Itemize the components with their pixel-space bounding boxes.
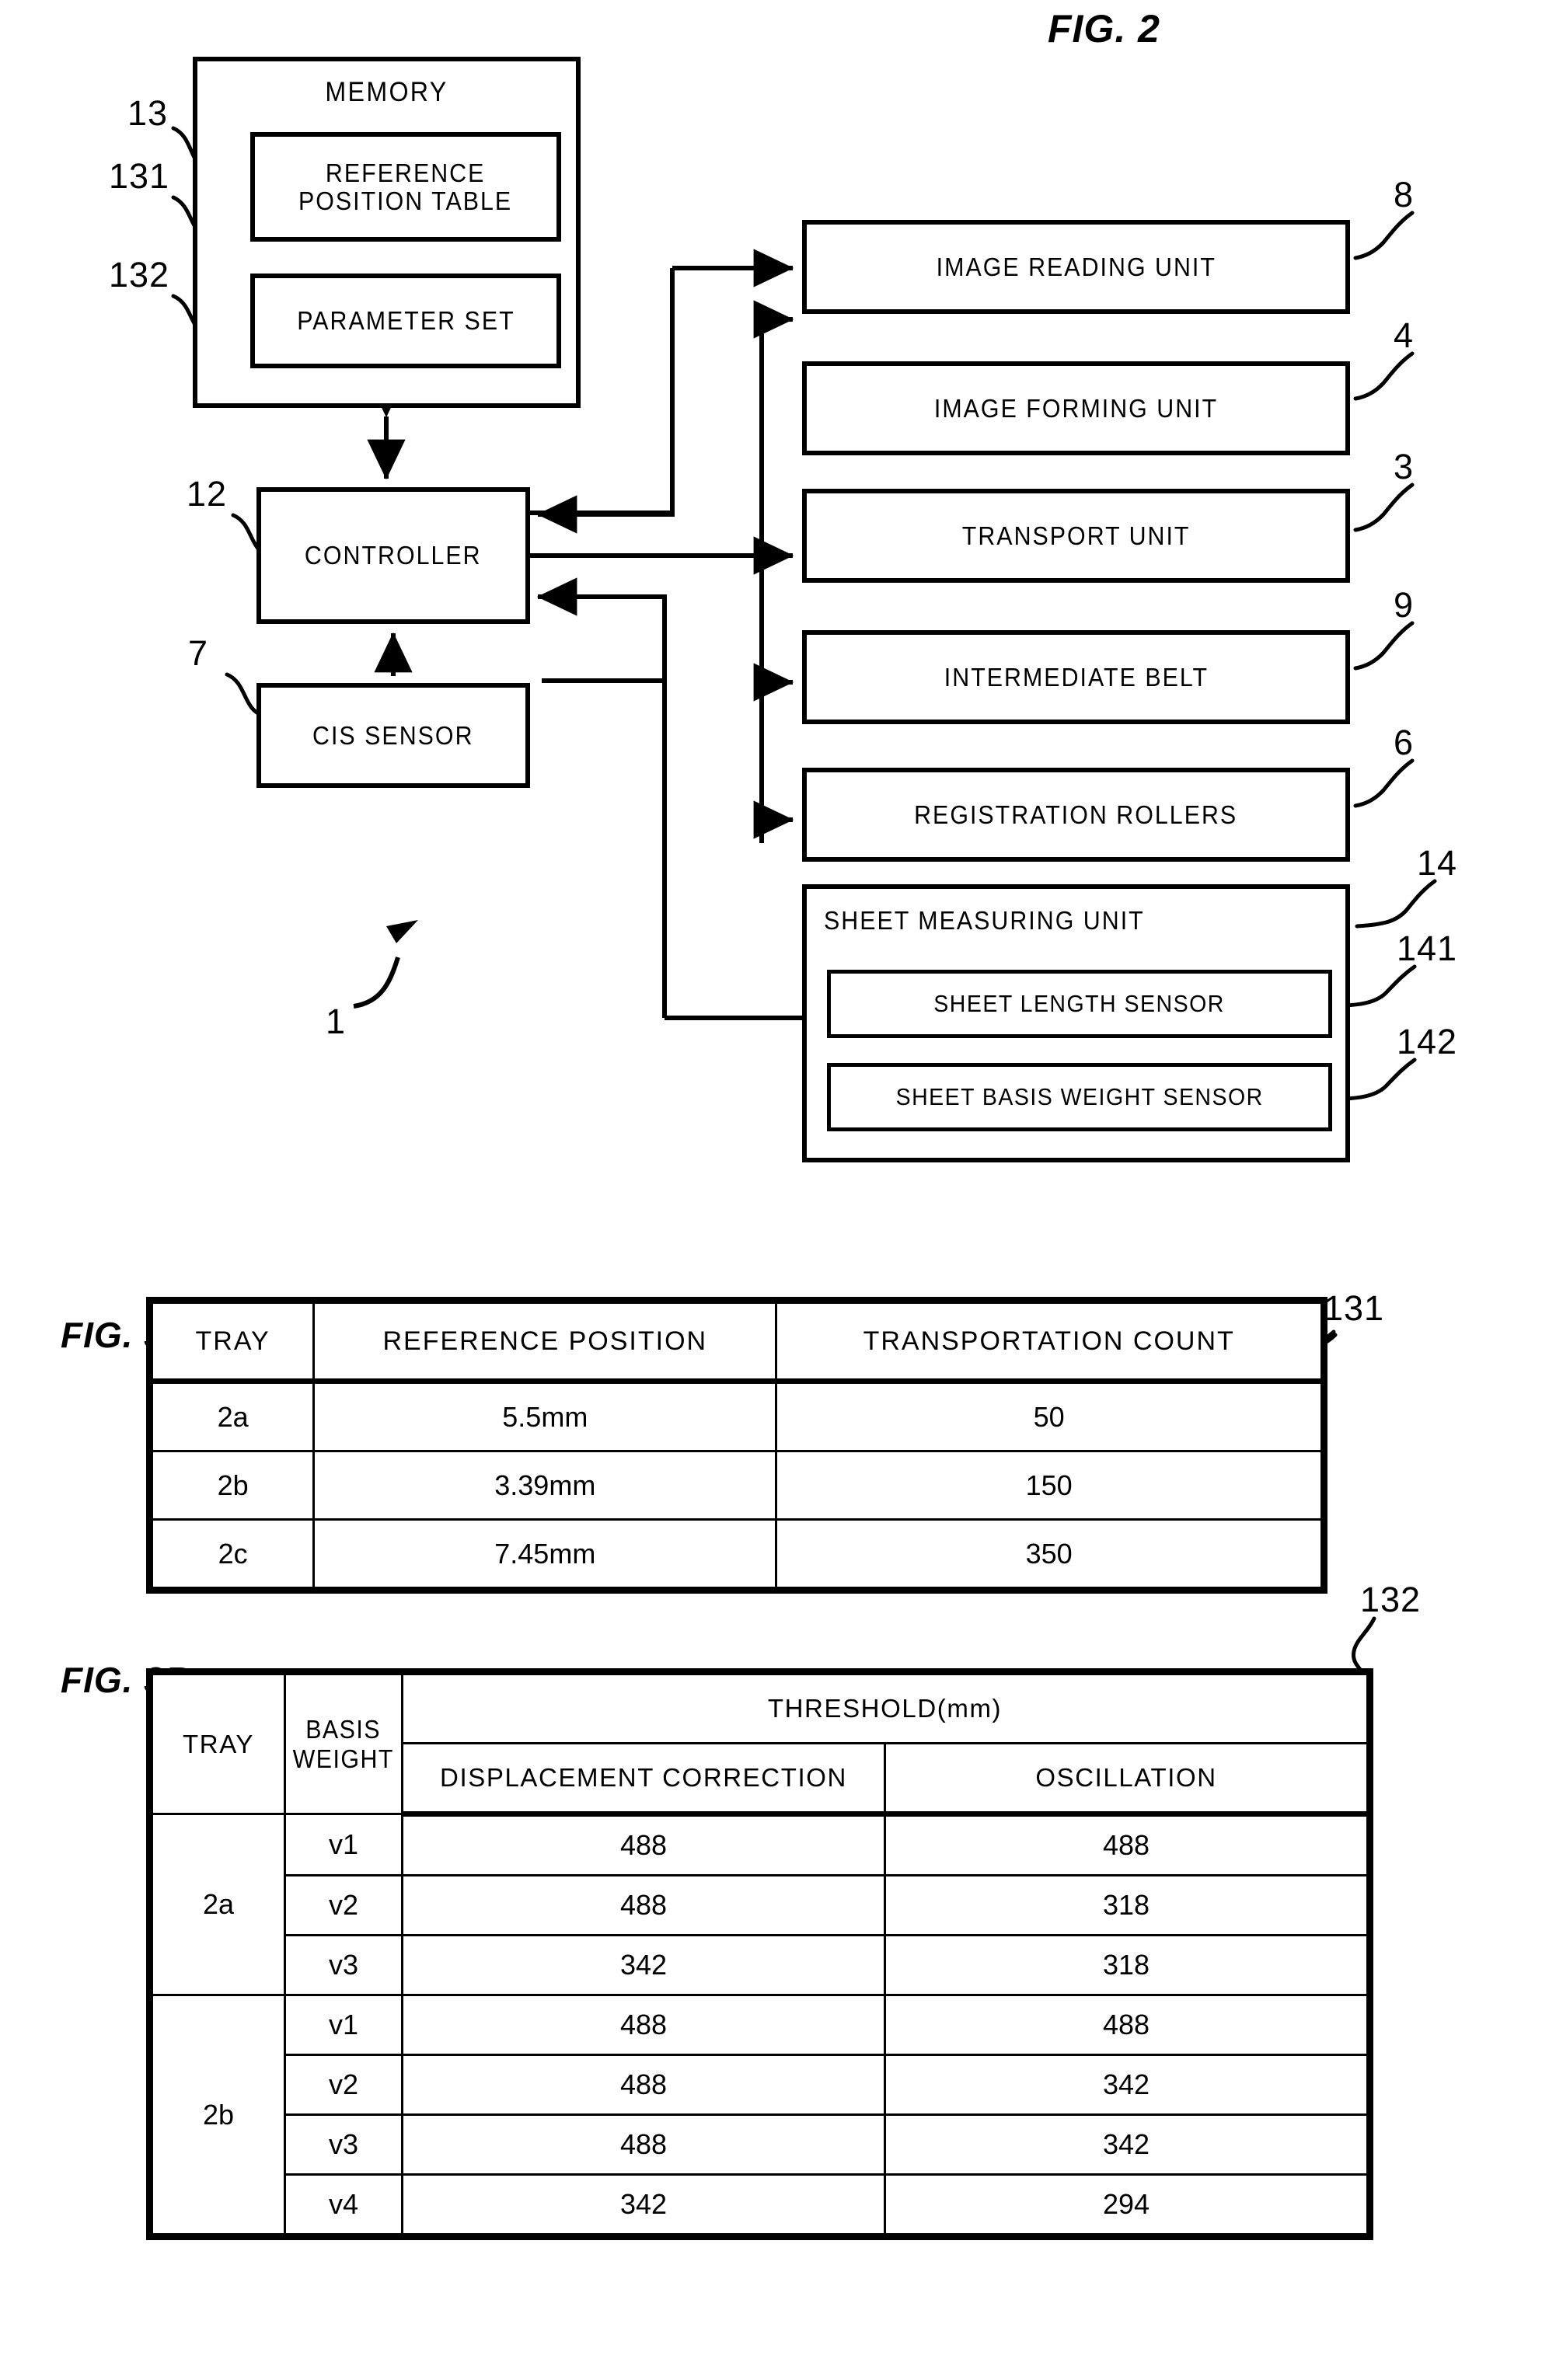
table-row: 2b 3.39mm 150 <box>150 1450 1323 1521</box>
ref-numeral-13: 13 <box>127 93 169 133</box>
ref-numeral-4: 4 <box>1394 315 1415 355</box>
ref-numeral-6: 6 <box>1394 723 1415 762</box>
table-row: 2c 7.45mm 350 <box>150 1518 1323 1589</box>
ref-numeral-9: 9 <box>1394 585 1415 625</box>
cell-oscillation: 342 <box>884 2054 1369 2116</box>
cell-tray: 2c <box>150 1518 316 1589</box>
ref-numeral-141: 141 <box>1397 929 1458 968</box>
cell-tray: 2a <box>150 1380 316 1452</box>
cell-transportation-count: 350 <box>775 1518 1323 1589</box>
cell-basis-weight: v3 <box>284 1934 403 1996</box>
table-row: 2a 5.5mm 50 <box>150 1380 1323 1452</box>
cell-oscillation: 294 <box>884 2173 1369 2235</box>
table-row: v4 342 294 <box>152 2173 1369 2235</box>
parameter-set-table: TRAY BASIS WEIGHT THRESHOLD(mm) DISPLACE… <box>146 1668 1373 2240</box>
ref-numeral-3: 3 <box>1394 447 1415 486</box>
cell-basis-weight: v4 <box>284 2173 403 2235</box>
cell-displacement-correction: 488 <box>401 1813 886 1876</box>
controller-block: CONTROLLER <box>256 487 530 624</box>
ref-numeral-1: 1 <box>326 1002 347 1041</box>
reference-position-table-label-line2: POSITION TABLE <box>298 186 513 215</box>
sheet-length-sensor-label: SHEET LENGTH SENSOR <box>933 990 1226 1017</box>
registration-rollers-label: REGISTRATION ROLLERS <box>914 800 1238 829</box>
ref-numeral-7: 7 <box>188 633 209 673</box>
cell-basis-weight: v3 <box>284 2113 403 2176</box>
cell-basis-weight: v1 <box>284 1994 403 2056</box>
intermediate-belt-label: INTERMEDIATE BELT <box>944 662 1209 692</box>
ref-numeral-131: 131 <box>109 156 170 196</box>
cell-displacement-correction: 342 <box>401 1934 886 1996</box>
column-header-displacement-correction: DISPLACEMENT CORRECTION <box>401 1742 886 1817</box>
cell-tray: 2b <box>150 1450 316 1521</box>
table-header-row-top: TRAY BASIS WEIGHT THRESHOLD(mm) <box>151 1673 1369 1815</box>
intermediate-belt-block: INTERMEDIATE BELT <box>802 630 1350 724</box>
cell-reference-position: 3.39mm <box>312 1450 778 1521</box>
image-forming-unit-label: IMAGE FORMING UNIT <box>933 393 1219 423</box>
cell-transportation-count: 150 <box>775 1450 1323 1521</box>
registration-rollers-block: REGISTRATION ROLLERS <box>802 768 1350 862</box>
cell-reference-position: 7.45mm <box>312 1518 778 1589</box>
table-row: 2a v1 488 488 <box>151 1813 1369 1996</box>
image-reading-unit-block: IMAGE READING UNIT <box>802 220 1350 314</box>
memory-label: MEMORY <box>325 77 448 107</box>
table-row: v3 488 342 <box>152 2113 1369 2176</box>
column-header-basis-weight: BASIS WEIGHT <box>284 1673 403 1815</box>
cis-sensor-label: CIS SENSOR <box>312 720 474 750</box>
table-row: v2 488 318 <box>152 1874 1369 1936</box>
controller-label: CONTROLLER <box>305 541 482 570</box>
cell-basis-weight: v2 <box>284 2054 403 2116</box>
column-header-oscillation: OSCILLATION <box>884 1742 1369 1817</box>
figure-2-caption: FIG. 2 <box>1048 7 1160 51</box>
cell-reference-position: 5.5mm <box>312 1380 778 1452</box>
reference-position-table-block: REFERENCE POSITION TABLE <box>250 132 561 242</box>
parameter-set-block: PARAMETER SET <box>250 274 561 368</box>
cell-transportation-count: 50 <box>775 1380 1323 1452</box>
patent-figure-sheet: FIG. 2 MEMORY REFERENCE POSITION TABLE P… <box>0 0 1542 2380</box>
ref-numeral-14: 14 <box>1417 843 1458 883</box>
cell-tray: 2a <box>151 1813 286 1996</box>
ref-numeral-132: 132 <box>109 255 170 294</box>
ref-numeral-131-fig3a: 131 <box>1324 1288 1385 1328</box>
table-row: v2 488 342 <box>152 2054 1369 2116</box>
reference-position-table-label-line1: REFERENCE <box>326 158 486 187</box>
column-header-transportation-count: TRANSPORTATION COUNT <box>775 1302 1323 1384</box>
transport-unit-block: TRANSPORT UNIT <box>802 489 1350 583</box>
cell-oscillation: 342 <box>884 2113 1369 2176</box>
cell-basis-weight: v2 <box>284 1874 403 1936</box>
cell-displacement-correction: 342 <box>401 2173 886 2235</box>
reference-position-table: TRAY REFERENCE POSITION TRANSPORTATION C… <box>146 1297 1327 1594</box>
column-header-tray: TRAY <box>151 1673 286 1815</box>
column-header-tray: TRAY <box>150 1302 316 1384</box>
cell-displacement-correction: 488 <box>401 1874 886 1936</box>
cell-displacement-correction: 488 <box>401 2054 886 2116</box>
ref-numeral-132-fig3b: 132 <box>1360 1580 1422 1619</box>
table-row: 2b v1 488 488 <box>151 1994 1369 2235</box>
sheet-basis-weight-sensor-block: SHEET BASIS WEIGHT SENSOR <box>827 1063 1332 1131</box>
cell-oscillation: 318 <box>884 1874 1369 1936</box>
ref-numeral-12: 12 <box>187 474 228 514</box>
cell-oscillation: 318 <box>884 1934 1369 1996</box>
column-header-threshold: THRESHOLD(mm) <box>401 1673 1369 1744</box>
parameter-set-label: PARAMETER SET <box>296 306 515 335</box>
table-row: v3 342 318 <box>152 1934 1369 1996</box>
cell-basis-weight: v1 <box>284 1813 403 1876</box>
basis-weight-line2: WEIGHT <box>292 1744 395 1773</box>
table-header-row: TRAY REFERENCE POSITION TRANSPORTATION C… <box>150 1302 1323 1384</box>
ref-numeral-142: 142 <box>1397 1022 1458 1061</box>
ref-numeral-8: 8 <box>1394 175 1415 214</box>
cell-oscillation: 488 <box>884 1994 1369 2056</box>
cell-displacement-correction: 488 <box>401 2113 886 2176</box>
cell-displacement-correction: 488 <box>401 1994 886 2056</box>
image-forming-unit-block: IMAGE FORMING UNIT <box>802 361 1350 455</box>
sheet-measuring-unit-label: SHEET MEASURING UNIT <box>824 906 1145 935</box>
cis-sensor-block: CIS SENSOR <box>256 683 530 788</box>
basis-weight-line1: BASIS <box>305 1714 382 1744</box>
image-reading-unit-label: IMAGE READING UNIT <box>936 252 1216 281</box>
cell-tray: 2b <box>151 1994 286 2235</box>
transport-unit-label: TRANSPORT UNIT <box>961 521 1191 550</box>
cell-oscillation: 488 <box>884 1813 1369 1876</box>
column-header-reference-position: REFERENCE POSITION <box>312 1302 778 1384</box>
sheet-basis-weight-sensor-label: SHEET BASIS WEIGHT SENSOR <box>895 1083 1264 1110</box>
sheet-length-sensor-block: SHEET LENGTH SENSOR <box>827 970 1332 1038</box>
